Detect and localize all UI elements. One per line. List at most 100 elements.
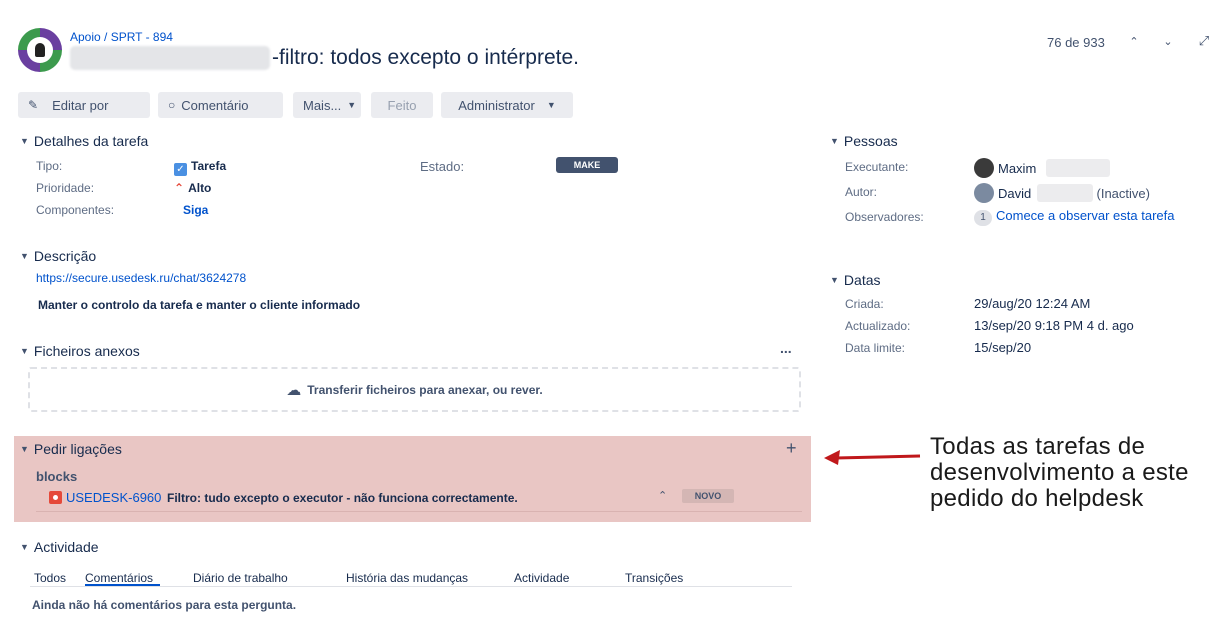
assignee-value[interactable]: Maxim (974, 158, 1110, 178)
chevron-down-icon: ▼ (20, 136, 29, 146)
active-tab-indicator (85, 584, 160, 586)
attachment-dropzone[interactable]: ☁ Transferir ficheiros para anexar, ou r… (28, 367, 801, 412)
created-value: 29/aug/20 12:24 AM (974, 296, 1091, 311)
chevron-down-icon: ▼ (20, 542, 29, 552)
activity-section-toggle[interactable]: ▼ Actividade (20, 539, 99, 555)
updated-value: 13/sep/20 9:18 PM 4 d. ago (974, 318, 1134, 333)
empty-comments-text: Ainda não há comentários para esta pergu… (32, 598, 297, 612)
linked-issue-status: NOVO (682, 489, 734, 503)
watchers-count[interactable]: 1 (974, 209, 992, 226)
linked-issue-summary[interactable]: Filtro: tudo excepto o executor - não fu… (167, 491, 518, 505)
type-value-text: Tarefa (191, 159, 227, 173)
description-section-toggle[interactable]: ▼ Descrição (20, 248, 96, 264)
tab-activity[interactable]: Actividade (514, 571, 569, 585)
start-watching-link[interactable]: Comece a observar esta tarefa (996, 208, 1174, 223)
description-text: Manter o controlo da tarefa e manter o c… (38, 298, 361, 312)
chevron-down-icon[interactable]: ⌄ (1160, 33, 1176, 49)
tab-history[interactable]: História das mudanças (346, 571, 468, 585)
issue-links-section-toggle[interactable]: ▼ Pedir ligações (20, 441, 122, 457)
cloud-upload-icon: ☁ (286, 381, 302, 399)
issue-title[interactable]: -filtro: todos excepto o intérprete. (272, 46, 579, 70)
tab-all[interactable]: Todos (34, 571, 66, 585)
avatar (974, 158, 994, 178)
created-label: Criada: (845, 297, 884, 311)
task-icon: ✓ (174, 163, 187, 176)
comment-icon: ○ (168, 98, 176, 112)
workflow-button[interactable]: Administrator ▼ (441, 92, 573, 118)
type-label: Tipo: (36, 159, 63, 173)
reporter-inactive: (Inactive) (1096, 186, 1150, 201)
issue-links-highlight (14, 436, 811, 522)
watchers-label: Observadores: (845, 210, 924, 224)
priority-high-icon: ⌃ (174, 181, 185, 195)
linked-issue-key[interactable]: USEDESK-6960 (66, 490, 161, 505)
people-heading: Pessoas (843, 133, 898, 149)
priority-high-icon: ⌃ (658, 490, 668, 502)
attachments-heading: Ficheiros anexos (33, 343, 140, 359)
chevron-down-icon: ▼ (347, 100, 357, 110)
chevron-up-icon[interactable]: ⌃ (1126, 33, 1142, 49)
details-heading: Detalhes da tarefa (33, 133, 149, 149)
linked-issue-row[interactable]: USEDESK-6960 Filtro: tudo excepto o exec… (49, 490, 518, 505)
tab-transitions[interactable]: Transições (625, 571, 683, 585)
components-value[interactable]: Siga (183, 203, 208, 217)
add-link-button[interactable]: + (786, 438, 797, 459)
status-label: Estado: (420, 159, 465, 174)
issue-title-wrap: -filtro: todos excepto o intérprete. (70, 46, 579, 70)
reporter-value[interactable]: David (Inactive) (974, 183, 1150, 203)
attachments-section-toggle[interactable]: ▼ Ficheiros anexos (20, 343, 140, 359)
tab-work-log[interactable]: Diário de trabalho (193, 571, 288, 585)
link-relation: blocks (36, 469, 78, 484)
status-badge[interactable]: MAKE (556, 157, 618, 173)
details-section-toggle[interactable]: ▼ Detalhes da tarefa (20, 133, 148, 149)
annotation-arrow (824, 450, 921, 465)
activity-heading: Actividade (33, 539, 99, 555)
description-heading: Descrição (33, 248, 97, 264)
due-value: 15/sep/20 (974, 340, 1032, 355)
chevron-down-icon: ▼ (20, 444, 29, 454)
type-value[interactable]: ✓ Tarefa (174, 159, 226, 176)
priority-label: Prioridade: (36, 181, 95, 195)
edit-button[interactable]: ✎ Editar por (18, 92, 150, 118)
updated-label: Actualizado: (845, 319, 911, 333)
expand-icon[interactable]: ⤢ (1196, 33, 1212, 49)
dates-section-toggle[interactable]: ▼ Datas (830, 272, 881, 288)
divider (36, 511, 802, 512)
done-button[interactable]: Feito (371, 92, 433, 118)
components-label: Componentes: (36, 203, 115, 217)
tabs-divider (30, 586, 792, 587)
edit-button-label: Editar por (52, 97, 109, 113)
bug-icon (49, 491, 62, 504)
chevron-down-icon: ▼ (830, 136, 839, 146)
issue-links-heading: Pedir ligações (33, 441, 122, 457)
more-button-label: Mais... (303, 97, 342, 113)
annotation-text: Todas as tarefas de desenvolvimento a es… (930, 433, 1189, 512)
project-avatar[interactable] (18, 28, 62, 72)
more-button[interactable]: Mais... ▼ (293, 92, 361, 118)
workflow-button-label: Administrator (458, 97, 535, 113)
avatar (974, 183, 994, 203)
chevron-down-icon: ▼ (20, 346, 29, 356)
redacted-name (1045, 159, 1110, 177)
chevron-down-icon: ▼ (20, 251, 29, 261)
tab-comments[interactable]: Comentários (85, 571, 153, 585)
dates-heading: Datas (843, 272, 881, 288)
priority-value-text: Alto (188, 181, 212, 195)
watchers-value[interactable]: 1 Comece a observar esta tarefa (974, 208, 1174, 226)
pencil-icon: ✎ (28, 98, 39, 112)
people-section-toggle[interactable]: ▼ Pessoas (830, 133, 898, 149)
description-link[interactable]: https://secure.usedesk.ru/chat/3624278 (36, 271, 246, 285)
chevron-down-icon: ▼ (830, 275, 839, 285)
priority-value[interactable]: ⌃ Alto (174, 181, 211, 195)
chevron-down-icon: ▼ (546, 100, 556, 110)
reporter-label: Autor: (845, 185, 878, 199)
assignee-label: Executante: (845, 160, 909, 174)
breadcrumb[interactable]: Apoio / SPRT - 894 (70, 30, 173, 44)
done-button-label: Feito (387, 97, 417, 113)
comment-button[interactable]: ○ Comentário (158, 92, 283, 118)
due-label: Data limite: (845, 341, 906, 355)
comment-button-label: Comentário (181, 97, 249, 113)
redacted-title-part (70, 46, 270, 70)
redacted-name (1036, 184, 1093, 202)
attachments-more-button[interactable]: ... (780, 340, 792, 356)
